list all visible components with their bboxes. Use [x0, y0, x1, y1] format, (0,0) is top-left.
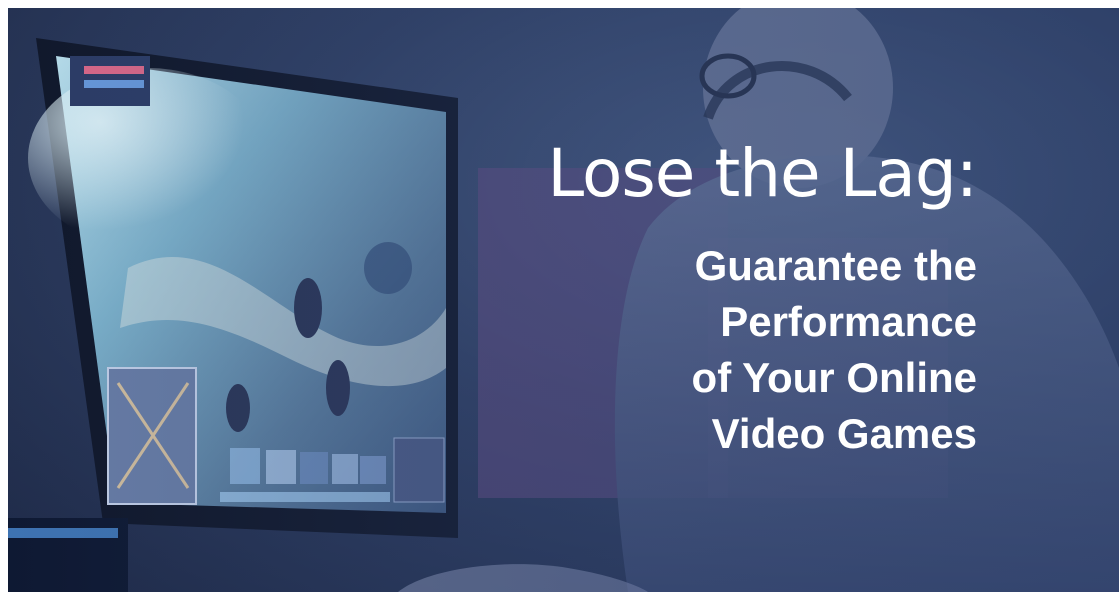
- banner-title: Lose the Lag:: [547, 135, 978, 212]
- banner-subtitle: Guarantee the Performance of Your Online…: [547, 238, 977, 462]
- subtitle-line: Guarantee the: [694, 242, 977, 289]
- hero-banner: Lose the Lag: Guarantee the Performance …: [8, 8, 1119, 592]
- subtitle-line: Performance: [720, 298, 977, 345]
- subtitle-line: Video Games: [711, 410, 977, 457]
- subtitle-line: of Your Online: [691, 354, 977, 401]
- headline-block: Lose the Lag: Guarantee the Performance …: [547, 135, 978, 462]
